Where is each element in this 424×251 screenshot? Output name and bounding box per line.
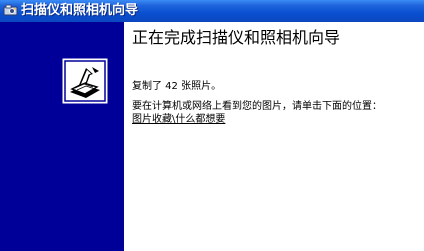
wizard-content: 正在完成扫描仪和照相机向导 复制了 42 张照片。 要在计算机或网络上看到您的图… <box>124 22 424 251</box>
wizard-side-panel <box>0 22 124 251</box>
picture-location-link[interactable]: 图片收藏\什么都想要 <box>132 113 225 126</box>
scanner-camera-icon <box>3 4 18 16</box>
wizard-arrow-icon <box>62 58 108 104</box>
wizard-window: 扫描仪和照相机向导 正在完成扫描仪和照相机向导 复制了 42 张照片。 要在计算… <box>0 0 424 251</box>
page-title: 正在完成扫描仪和照相机向导 <box>132 28 341 47</box>
copied-status-text: 复制了 42 张照片。 <box>132 81 222 92</box>
title-bar[interactable]: 扫描仪和照相机向导 <box>0 0 424 22</box>
window-title: 扫描仪和照相机向导 <box>21 3 139 18</box>
instruction-text: 要在计算机或网络上看到您的图片，请单击下面的位置： <box>132 101 382 112</box>
